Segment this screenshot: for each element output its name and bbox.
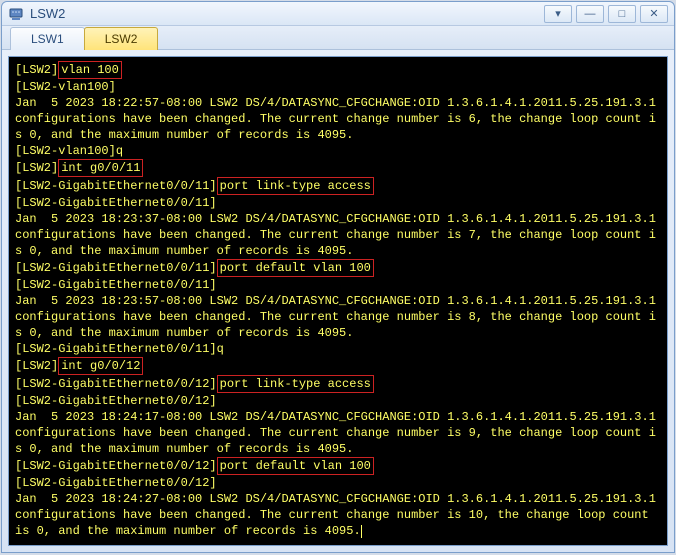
text-cursor [361, 525, 362, 538]
terminal-text: [LSW2-GigabitEthernet0/0/12] [15, 394, 217, 408]
terminal-line: [LSW2-GigabitEthernet0/0/12]port default… [15, 457, 661, 475]
highlighted-command: port link-type access [217, 177, 374, 195]
terminal-line: [LSW2-GigabitEthernet0/0/11]port default… [15, 259, 661, 277]
terminal-line: Jan 5 2023 18:24:17-08:00 LSW2 DS/4/DATA… [15, 409, 661, 457]
titlebar[interactable]: LSW2 ▾ — □ ✕ [2, 2, 674, 26]
terminal-text: Jan 5 2023 18:24:17-08:00 LSW2 DS/4/DATA… [15, 410, 663, 456]
tab-label: LSW1 [31, 32, 64, 46]
close-button[interactable]: ✕ [640, 5, 668, 23]
terminal-text: [LSW2-GigabitEthernet0/0/11]q [15, 342, 224, 356]
terminal-text: [LSW2-vlan100] [15, 80, 116, 94]
minimize-button[interactable]: — [576, 5, 604, 23]
terminal-text: Jan 5 2023 18:24:27-08:00 LSW2 DS/4/DATA… [15, 492, 663, 538]
terminal-output[interactable]: [LSW2]vlan 100[LSW2-vlan100]Jan 5 2023 1… [8, 56, 668, 546]
terminal-line: [LSW2-GigabitEthernet0/0/12] [15, 393, 661, 409]
minimize-icon: — [585, 8, 596, 20]
terminal-text: [LSW2] [15, 63, 58, 77]
chevron-down-icon: ▾ [555, 7, 561, 20]
terminal-line: [LSW2-GigabitEthernet0/0/11] [15, 277, 661, 293]
terminal-line: [LSW2-GigabitEthernet0/0/11]port link-ty… [15, 177, 661, 195]
highlighted-command: int g0/0/11 [58, 159, 143, 177]
terminal-text: Jan 5 2023 18:23:57-08:00 LSW2 DS/4/DATA… [15, 294, 663, 340]
terminal-line: [LSW2]int g0/0/12 [15, 357, 661, 375]
terminal-text: [LSW2] [15, 359, 58, 373]
tab-lsw2[interactable]: LSW2 [84, 27, 159, 50]
menu-button[interactable]: ▾ [544, 5, 572, 23]
terminal-text: [LSW2-GigabitEthernet0/0/11] [15, 261, 217, 275]
terminal-line: [LSW2-GigabitEthernet0/0/11] [15, 195, 661, 211]
window-title: LSW2 [30, 6, 544, 21]
terminal-line: [LSW2-vlan100] [15, 79, 661, 95]
highlighted-command: port default vlan 100 [217, 457, 374, 475]
terminal-text: [LSW2-GigabitEthernet0/0/12] [15, 476, 217, 490]
terminal-line: [LSW2-vlan100]q [15, 143, 661, 159]
terminal-line: [LSW2-GigabitEthernet0/0/11]q [15, 341, 661, 357]
terminal-line: Jan 5 2023 18:24:27-08:00 LSW2 DS/4/DATA… [15, 491, 661, 539]
highlighted-command: int g0/0/12 [58, 357, 143, 375]
terminal-line: [LSW2]vlan 100 [15, 61, 661, 79]
highlighted-command: port default vlan 100 [217, 259, 374, 277]
terminal-text: [LSW2-GigabitEthernet0/0/11] [15, 278, 217, 292]
maximize-button[interactable]: □ [608, 5, 636, 23]
tab-lsw1[interactable]: LSW1 [10, 27, 85, 50]
terminal-text: [LSW2-vlan100]q [15, 144, 123, 158]
window-controls: ▾ — □ ✕ [544, 5, 668, 23]
terminal-text: Jan 5 2023 18:22:57-08:00 LSW2 DS/4/DATA… [15, 96, 663, 142]
terminal-text: [LSW2-GigabitEthernet0/0/12] [15, 377, 217, 391]
terminal-line: [LSW2]int g0/0/11 [15, 159, 661, 177]
terminal-text: [LSW2] [15, 161, 58, 175]
highlighted-command: port link-type access [217, 375, 374, 393]
device-icon [8, 6, 24, 22]
terminal-text: [LSW2-GigabitEthernet0/0/11] [15, 196, 217, 210]
tabstrip: LSW1 LSW2 [2, 26, 674, 50]
terminal-panel: [LSW2]vlan 100[LSW2-vlan100]Jan 5 2023 1… [2, 50, 674, 552]
terminal-text: [LSW2-GigabitEthernet0/0/12] [15, 459, 217, 473]
terminal-line: [LSW2-GigabitEthernet0/0/12] [15, 475, 661, 491]
terminal-line: [LSW2-GigabitEthernet0/0/12]port link-ty… [15, 375, 661, 393]
terminal-line: Jan 5 2023 18:22:57-08:00 LSW2 DS/4/DATA… [15, 95, 661, 143]
terminal-line: Jan 5 2023 18:23:37-08:00 LSW2 DS/4/DATA… [15, 211, 661, 259]
terminal-text: Jan 5 2023 18:23:37-08:00 LSW2 DS/4/DATA… [15, 212, 663, 258]
tab-label: LSW2 [105, 32, 138, 46]
highlighted-command: vlan 100 [58, 61, 122, 79]
maximize-icon: □ [619, 8, 626, 20]
close-icon: ✕ [649, 7, 658, 20]
terminal-line: Jan 5 2023 18:23:57-08:00 LSW2 DS/4/DATA… [15, 293, 661, 341]
app-window: LSW2 ▾ — □ ✕ LSW1LSW2 [LSW2]vlan 100[LSW… [1, 1, 675, 553]
terminal-text: [LSW2-GigabitEthernet0/0/11] [15, 179, 217, 193]
